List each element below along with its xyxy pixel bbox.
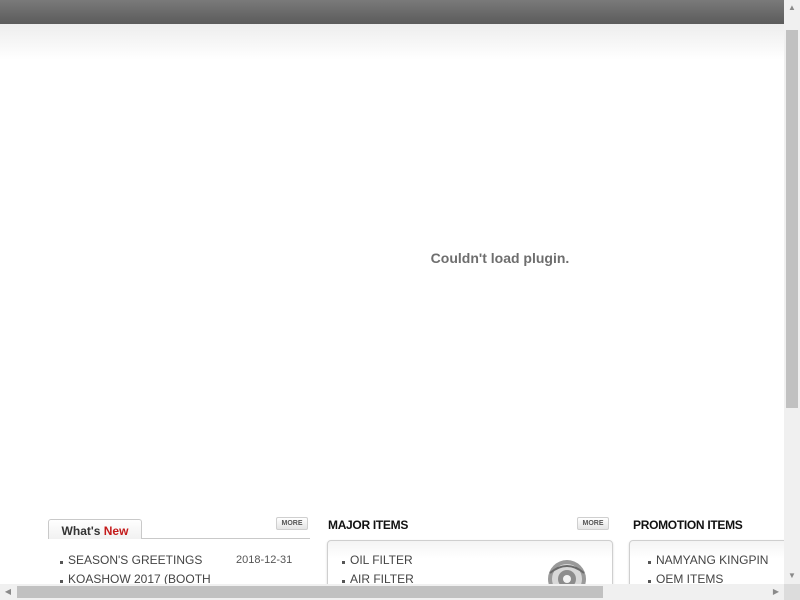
- major-item-label[interactable]: OIL FILTER: [350, 553, 413, 567]
- page-viewport: Couldn't load plugin. What's New MORE SE…: [0, 0, 784, 584]
- vertical-scroll-thumb[interactable]: [786, 30, 798, 408]
- whats-new-list: SEASON'S GREETINGS 2018-12-31 KOASHOW 20…: [58, 552, 310, 584]
- whats-new-more-button[interactable]: MORE: [276, 517, 308, 530]
- bullet-icon: [648, 580, 651, 583]
- bullet-icon: [342, 561, 345, 564]
- promotion-item-label[interactable]: NAMYANG KINGPIN: [656, 553, 768, 567]
- list-item[interactable]: OEM ITEMS: [646, 571, 768, 584]
- major-items-list: OIL FILTER AIR FILTER: [340, 552, 414, 584]
- promotion-items-title: PROMOTION ITEMS: [633, 518, 743, 532]
- horizontal-scrollbar[interactable]: ◀ ▶: [0, 584, 784, 600]
- horizontal-scroll-thumb[interactable]: [17, 586, 603, 598]
- scrollbar-corner: [784, 584, 800, 600]
- list-item[interactable]: SEASON'S GREETINGS 2018-12-31: [58, 552, 310, 571]
- scroll-right-icon[interactable]: ▶: [768, 584, 784, 600]
- news-date: 2018-12-31: [236, 554, 293, 566]
- major-item-label[interactable]: AIR FILTER: [350, 572, 414, 584]
- whats-new-tab[interactable]: What's New: [48, 519, 142, 539]
- scroll-left-icon[interactable]: ◀: [0, 584, 16, 600]
- bullet-icon: [648, 561, 651, 564]
- bullet-icon: [60, 580, 63, 583]
- major-items-more-button[interactable]: MORE: [577, 517, 609, 530]
- filter-part-icon: [548, 560, 586, 584]
- news-title[interactable]: SEASON'S GREETINGS: [68, 552, 228, 569]
- promotion-items-list: NAMYANG KINGPIN OEM ITEMS: [646, 552, 768, 584]
- bullet-icon: [60, 561, 63, 564]
- scroll-up-icon[interactable]: ▲: [784, 0, 800, 16]
- list-item[interactable]: AIR FILTER: [340, 571, 414, 584]
- news-title[interactable]: KOASHOW 2017 (BOOTH: [68, 571, 228, 584]
- list-item[interactable]: NAMYANG KINGPIN: [646, 552, 768, 571]
- list-item[interactable]: KOASHOW 2017 (BOOTH: [58, 571, 310, 584]
- promotion-items-box: NAMYANG KINGPIN OEM ITEMS: [629, 540, 784, 584]
- whats-new-tab-accent: New: [103, 524, 129, 538]
- bullet-icon: [342, 580, 345, 583]
- list-item[interactable]: OIL FILTER: [340, 552, 414, 571]
- major-items-title: MAJOR ITEMS: [328, 518, 409, 532]
- whats-new-tab-label: What's: [61, 524, 101, 538]
- sub-bar: [0, 24, 784, 60]
- whats-new-divider: [142, 538, 310, 539]
- major-items-box: OIL FILTER AIR FILTER: [327, 540, 613, 584]
- scroll-down-icon[interactable]: ▼: [784, 568, 800, 584]
- plugin-error-message: Couldn't load plugin.: [430, 250, 570, 266]
- top-bar: [0, 0, 784, 24]
- promotion-item-label[interactable]: OEM ITEMS: [656, 572, 723, 584]
- vertical-scrollbar[interactable]: ▲ ▼: [784, 0, 800, 584]
- whats-new-panel: What's New MORE SEASON'S GREETINGS 2018-…: [48, 515, 310, 584]
